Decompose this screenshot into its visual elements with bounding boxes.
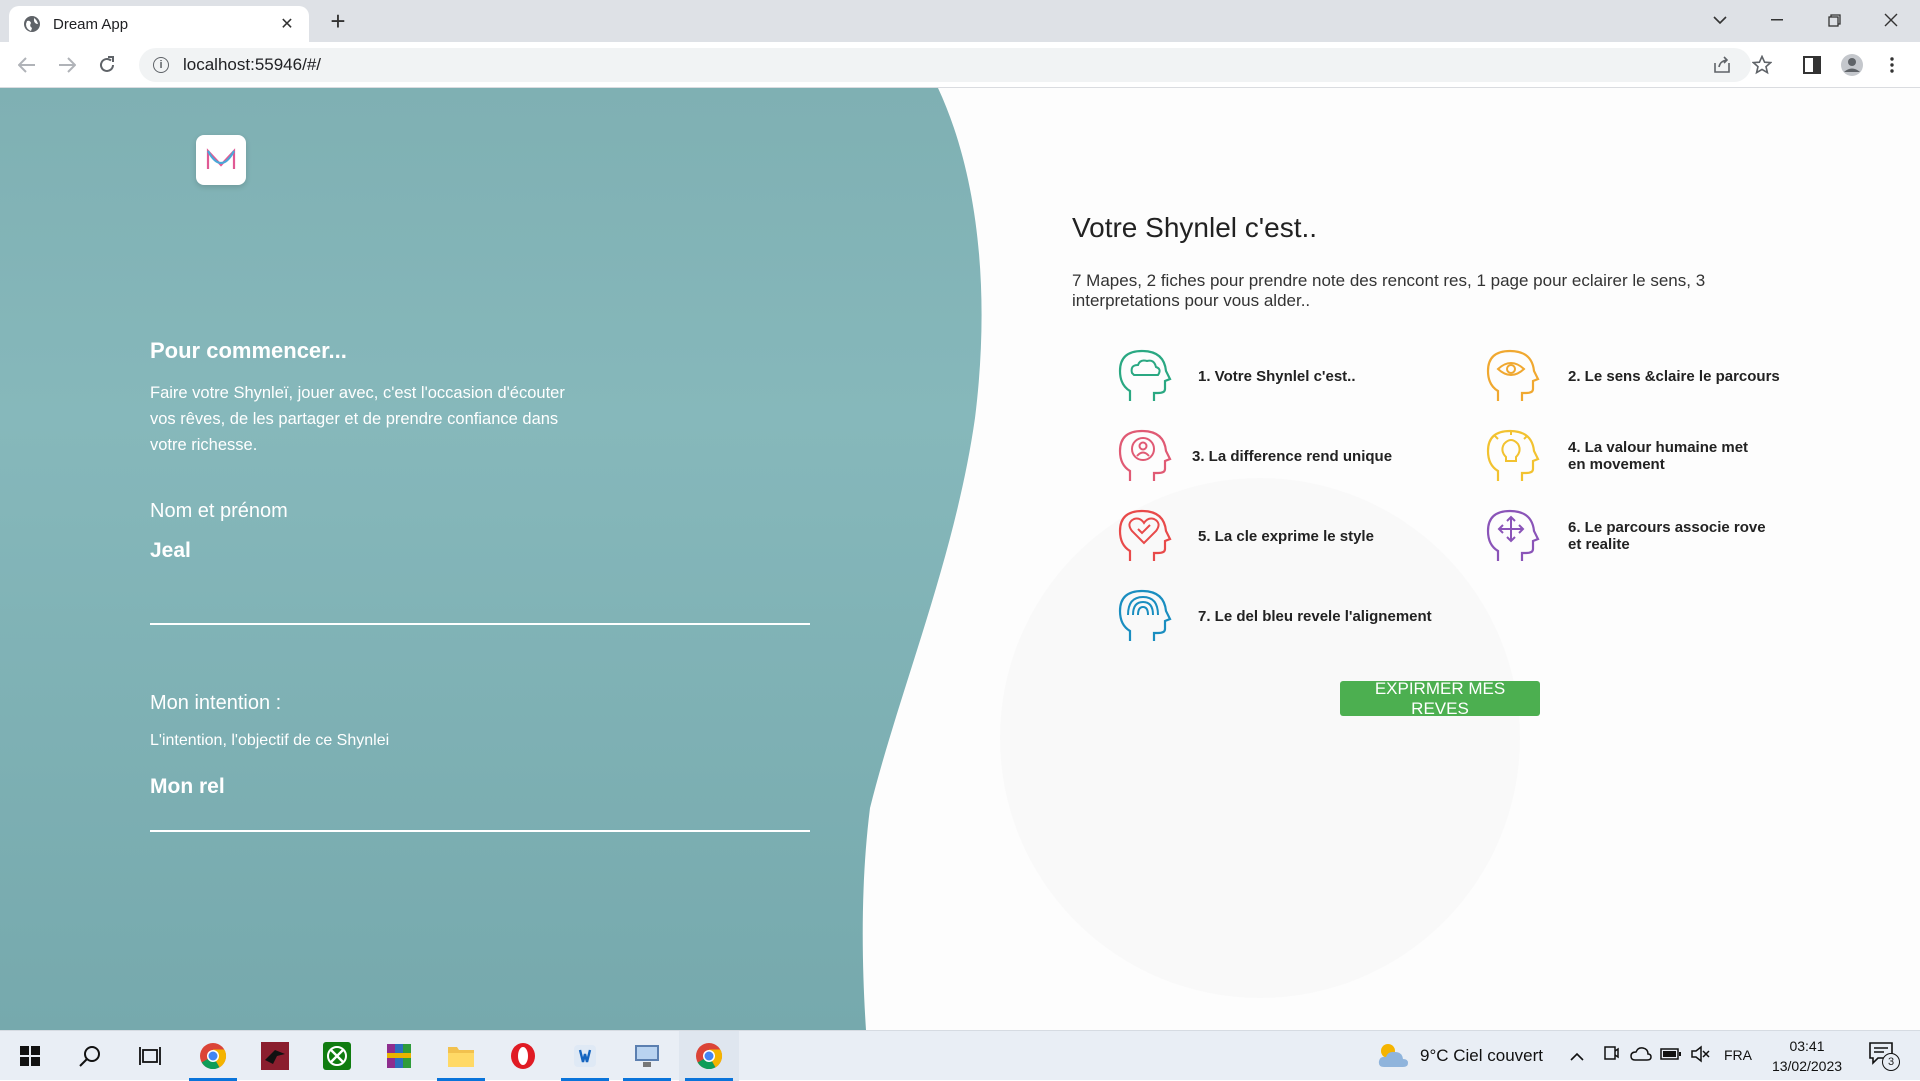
feature-label-1: 1. Votre Shynlel c'est.. — [1198, 367, 1356, 385]
feature-item-4[interactable]: 4. La valour humaine met en movement — [1480, 423, 1768, 489]
chrome-taskbar-icon[interactable] — [183, 1031, 243, 1081]
notification-count-badge: 3 — [1882, 1053, 1900, 1071]
express-dreams-button[interactable]: EXPIRMER MES REVES — [1340, 679, 1540, 718]
back-icon[interactable] — [13, 51, 41, 79]
feature-label-5: 5. La cle exprime le style — [1198, 527, 1374, 545]
site-info-icon[interactable]: i — [153, 57, 169, 73]
volume-muted-icon[interactable] — [1690, 1045, 1710, 1068]
app-installer-icon[interactable] — [555, 1031, 615, 1081]
page-content: Pour commencer... Faire votre Shynleï, j… — [0, 88, 1920, 1030]
onedrive-icon[interactable] — [1630, 1045, 1652, 1068]
feature-label-3: 3. La difference rend unique — [1192, 447, 1393, 465]
windows-taskbar: 9°C Ciel couvert FRA 03:41 13/02/2023 3 — [0, 1030, 1920, 1081]
feature-label-7: 7. Le del bleu revele l'alignement — [1198, 607, 1432, 625]
head-person-icon — [1118, 429, 1172, 481]
feature-label-2: 2. Le sens &claire le parcours — [1568, 367, 1780, 385]
new-tab-button[interactable]: + — [325, 8, 351, 34]
intention-helper-text: L'intention, l'objectif de ce Shynlei — [150, 732, 390, 749]
battery-icon[interactable] — [1660, 1046, 1682, 1067]
clock-time: 03:41 — [1789, 1038, 1825, 1054]
more-menu-icon[interactable] — [1878, 51, 1906, 79]
name-input-underline — [150, 623, 810, 625]
head-cloud-icon — [1118, 349, 1172, 401]
start-icon[interactable] — [0, 1031, 60, 1081]
browser-tab-strip: Dream App ✕ + — [0, 0, 1920, 42]
bookmark-star-icon[interactable] — [1748, 51, 1776, 79]
head-bulb-icon — [1486, 429, 1540, 481]
system-clock[interactable]: 03:41 13/02/2023 — [1742, 1036, 1872, 1076]
feature-item-5[interactable]: 5. La cle exprime le style — [1112, 503, 1374, 569]
close-tab-icon[interactable]: ✕ — [277, 14, 297, 34]
intention-field-label: Mon intention : — [150, 692, 282, 714]
name-input[interactable]: Jeal — [150, 539, 191, 563]
head-eye-icon — [1486, 349, 1540, 401]
profile-avatar-icon[interactable] — [1838, 51, 1866, 79]
head-arrows-icon — [1486, 509, 1540, 561]
intention-input[interactable]: Mon rel — [150, 775, 225, 799]
feature-item-7[interactable]: 7. Le del bleu revele l'alignement — [1112, 583, 1432, 649]
head-heart-icon — [1118, 509, 1172, 561]
intention-input-underline — [150, 830, 810, 832]
meet-now-icon[interactable] — [1603, 1045, 1619, 1068]
opera-icon[interactable] — [493, 1031, 553, 1081]
url-text: localhost:55946/#/ — [183, 55, 321, 74]
xbox-icon[interactable] — [307, 1031, 367, 1081]
name-field-label: Nom et prénom — [150, 500, 288, 522]
feature-label-4: 4. La valour humaine met en movement — [1568, 439, 1749, 473]
feature-label-6: 6. Le parcours associe rove et realite — [1568, 519, 1766, 553]
search-icon[interactable] — [60, 1031, 120, 1081]
feature-item-2[interactable]: 2. Le sens &claire le parcours — [1480, 343, 1780, 409]
reload-icon[interactable] — [93, 51, 121, 79]
feature-item-6[interactable]: 6. Le parcours associe rove et realite — [1480, 503, 1778, 569]
close-window-icon[interactable] — [1863, 0, 1919, 40]
shynlei-heading: Votre Shynlel c'est.. — [1072, 212, 1318, 243]
head-rainbow-icon — [1118, 589, 1172, 641]
weather-icon[interactable] — [1376, 1041, 1410, 1074]
globe-icon — [24, 16, 40, 32]
address-bar[interactable]: i localhost:55946/#/ — [139, 48, 1751, 82]
file-explorer-icon[interactable] — [431, 1031, 491, 1081]
feature-item-1[interactable]: 1. Votre Shynlel c'est.. — [1112, 343, 1356, 409]
tab-title: Dream App — [53, 15, 129, 33]
side-panel-icon[interactable] — [1798, 51, 1826, 79]
restore-icon[interactable] — [1806, 0, 1862, 40]
app-logo[interactable] — [196, 135, 246, 185]
tray-chevron-up-icon[interactable] — [1570, 1048, 1584, 1066]
feature-item-3[interactable]: 3. La difference rend unique — [1112, 423, 1392, 489]
remote-desktop-icon[interactable] — [617, 1031, 677, 1081]
task-view-icon[interactable] — [120, 1031, 180, 1081]
tab-search-icon[interactable] — [1692, 0, 1748, 40]
clock-date: 13/02/2023 — [1771, 1058, 1843, 1074]
minimize-icon[interactable] — [1749, 0, 1805, 40]
chrome-active-taskbar-icon[interactable] — [679, 1031, 739, 1081]
app-logo-icon — [206, 148, 236, 169]
dark-app-icon[interactable] — [245, 1031, 305, 1081]
notifications-icon[interactable]: 3 — [1868, 1041, 1900, 1071]
start-description: Faire votre Shynleï, jouer avec, c'est l… — [150, 384, 565, 454]
browser-toolbar: i localhost:55946/#/ — [0, 42, 1920, 88]
weather-text[interactable]: 9°C Ciel couvert — [1420, 1046, 1543, 1066]
winrar-icon[interactable] — [369, 1031, 429, 1081]
shynlei-description: 7 Mapes, 2 fiches pour prendre note des … — [1072, 271, 1706, 310]
browser-tab[interactable]: Dream App ✕ — [9, 6, 309, 42]
forward-icon[interactable] — [53, 51, 81, 79]
start-heading: Pour commencer... — [150, 338, 347, 363]
share-icon[interactable] — [1708, 51, 1736, 79]
